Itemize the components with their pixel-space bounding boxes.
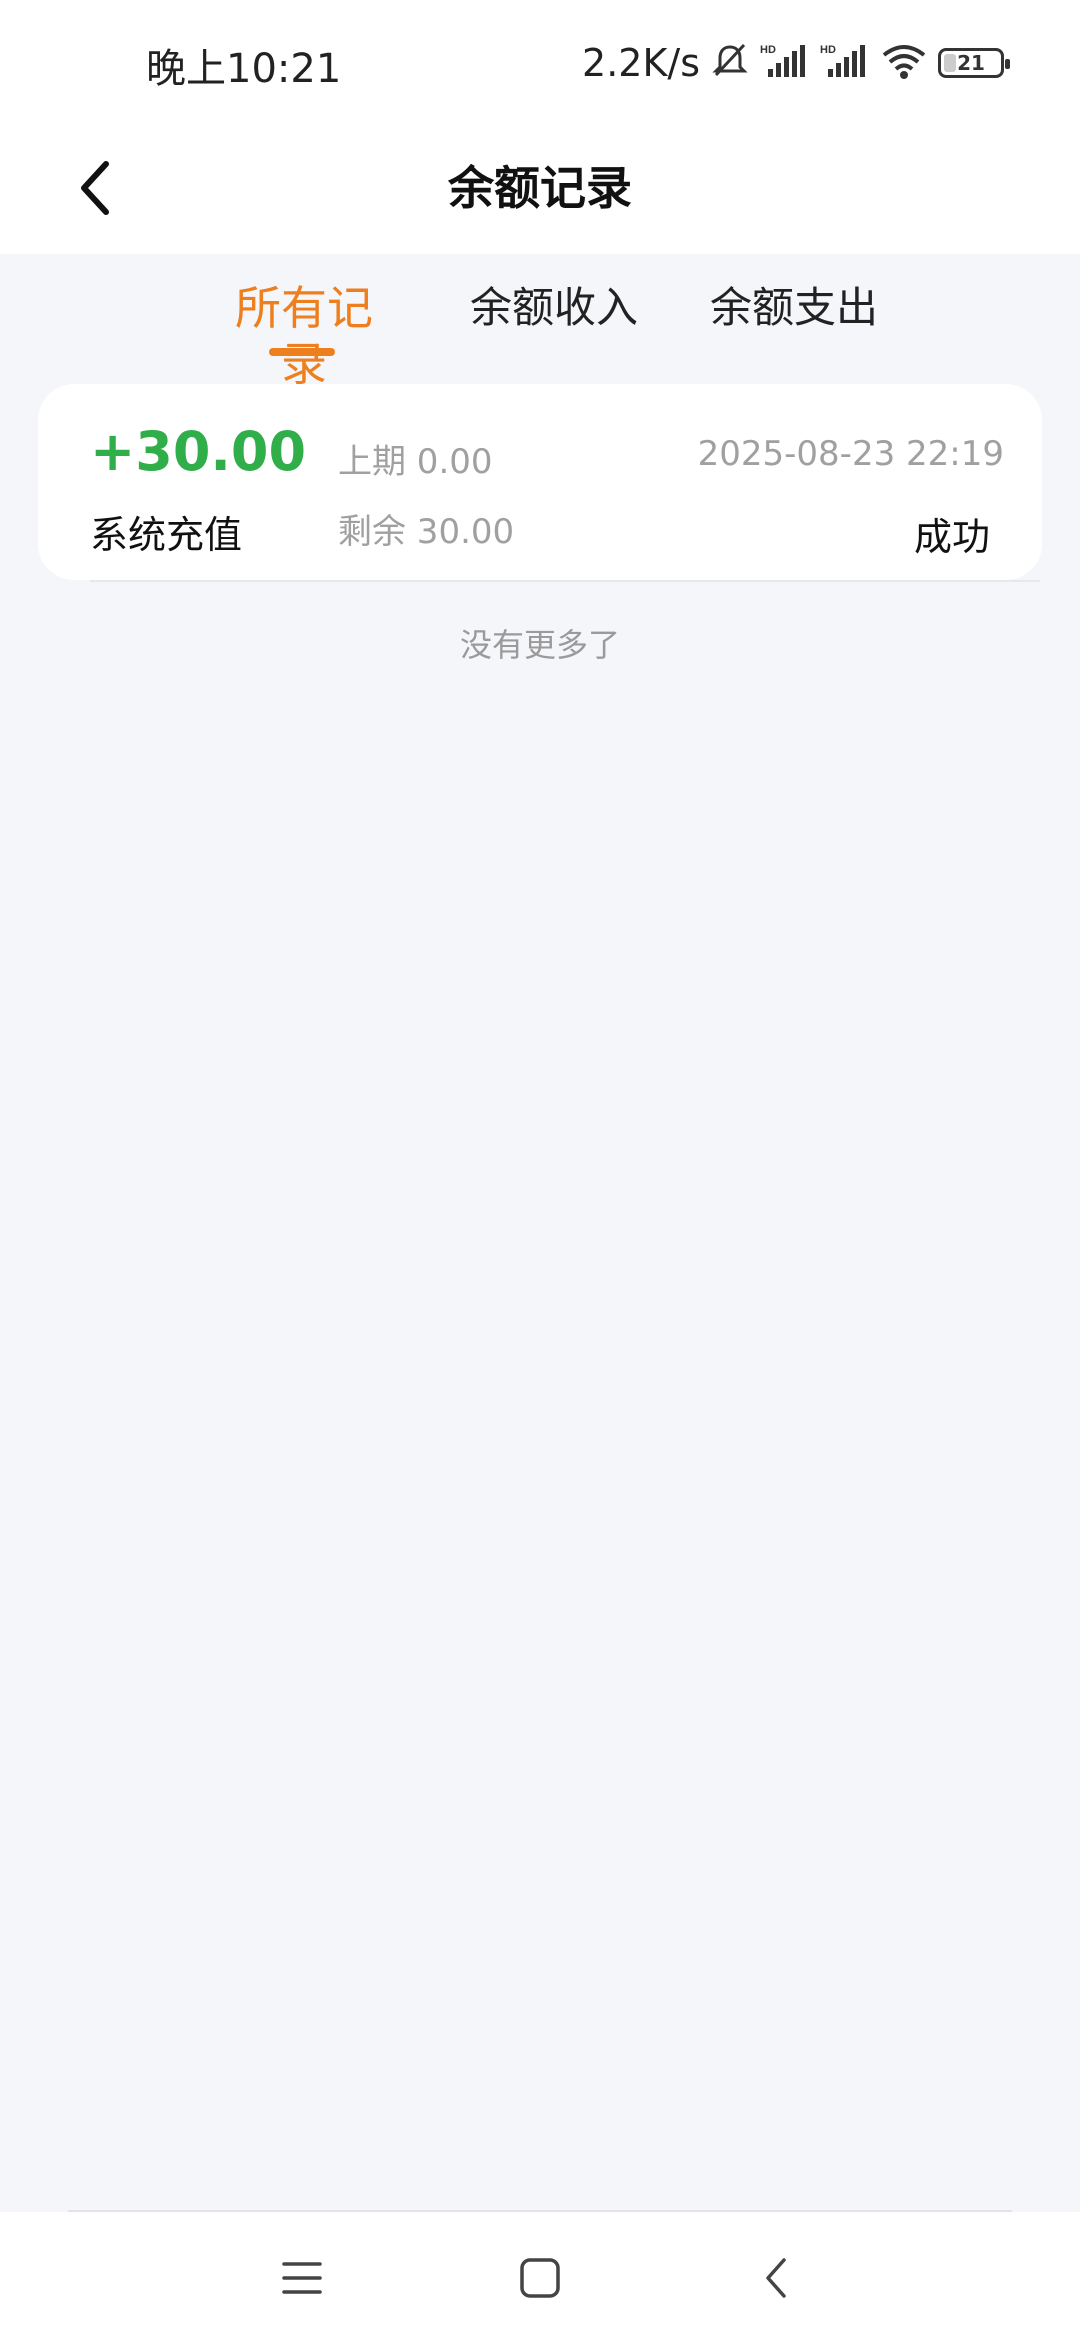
record-datetime: 2025-08-23 22:19	[697, 434, 1004, 474]
tab-income[interactable]: 余额收入	[470, 280, 638, 336]
bell-muted-icon	[710, 41, 750, 85]
back-icon	[766, 2258, 786, 2298]
hd-signal-icon: HD	[760, 41, 810, 85]
home-icon	[520, 2258, 560, 2298]
svg-text:HD: HD	[760, 44, 776, 56]
tab-bar: 所有记录 余额收入 余额支出	[0, 254, 1080, 391]
record-previous-balance: 上期 0.00	[338, 442, 493, 482]
status-bar: 晚上10:21 2.2K/s HD HD 21	[0, 0, 1080, 128]
battery-icon: 21	[938, 48, 1010, 78]
hd-signal-icon: HD	[820, 41, 870, 85]
wifi-icon	[880, 41, 928, 85]
battery-level: 21	[957, 51, 985, 75]
record-description: 系统充值	[90, 513, 243, 557]
tab-all-records[interactable]: 所有记录	[214, 280, 394, 392]
page-title: 余额记录	[448, 161, 632, 215]
system-back-button[interactable]	[746, 2248, 806, 2308]
nav-bar: 余额记录	[0, 128, 1080, 254]
menu-button[interactable]	[272, 2248, 332, 2308]
system-nav-bar	[0, 2212, 1080, 2340]
menu-icon	[282, 2262, 322, 2294]
net-speed: 2.2K/s	[582, 41, 700, 85]
status-time: 晚上10:21	[146, 46, 342, 92]
record-card[interactable]: +30.00 系统充值 上期 0.00 剩余 30.00 2025-08-23 …	[38, 384, 1042, 580]
active-tab-indicator	[269, 348, 335, 356]
record-amount: +30.00	[90, 420, 307, 483]
record-remaining-balance: 剩余 30.00	[338, 512, 515, 552]
status-icons: 2.2K/s HD HD 21	[582, 36, 1010, 90]
home-button[interactable]	[510, 2248, 570, 2308]
tab-expense[interactable]: 余额支出	[710, 280, 878, 336]
svg-text:HD: HD	[820, 44, 836, 56]
no-more-text: 没有更多了	[459, 626, 620, 664]
divider	[90, 580, 1040, 582]
record-status: 成功	[913, 515, 990, 559]
